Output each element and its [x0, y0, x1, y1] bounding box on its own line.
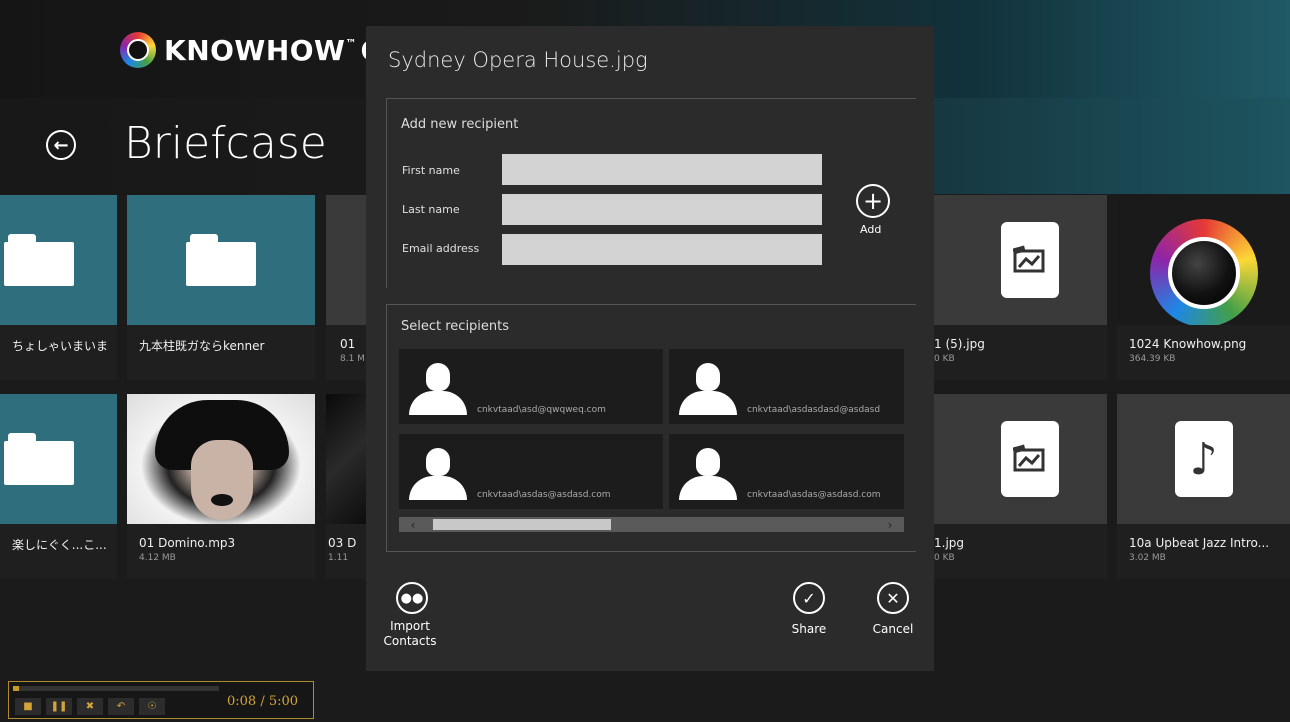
file-tile[interactable]: 1.jpg 0 KB — [934, 394, 1107, 579]
person-icon — [409, 448, 467, 500]
repeat-icon[interactable]: ↶ — [108, 698, 134, 715]
logo-text: KNOWHOW — [164, 33, 346, 67]
select-recipients-heading: Select recipients — [401, 319, 510, 334]
tile-name: 01 G — [340, 337, 356, 351]
tile-name: 03 D — [328, 536, 356, 550]
album-art-image — [127, 394, 315, 524]
tile-name: 九本柱既ガならkenner — [139, 339, 265, 353]
person-icon — [409, 363, 467, 415]
recipient-card[interactable]: cnkvtaad\asdasdasd@asdasd — [669, 349, 904, 424]
contacts-icon: ●● — [400, 590, 424, 606]
checkmark-icon: ✓ — [802, 588, 816, 608]
pause-icon[interactable]: ❚❚ — [46, 698, 72, 715]
import-contacts-button[interactable]: ●● — [396, 582, 428, 614]
person-icon — [679, 448, 737, 500]
scroll-left-icon[interactable]: ‹ — [401, 517, 425, 532]
tile-name: 1024 Knowhow.png — [1129, 337, 1247, 351]
image-file-icon — [1000, 222, 1059, 298]
back-arrow-icon[interactable]: ← — [46, 130, 76, 160]
tile-art — [326, 195, 366, 325]
playback-progress-bar[interactable] — [13, 686, 219, 691]
page-title: Briefcase — [124, 118, 327, 169]
last-name-field[interactable] — [502, 194, 822, 225]
tile-size: 364.39 KB — [1129, 354, 1176, 364]
file-tile[interactable]: 1 (5).jpg 0 KB — [934, 195, 1107, 380]
media-player: ■ ❚❚ ✖ ↶ ☉ 0:08 / 5:00 — [8, 681, 314, 719]
tile-size: 4.12 MB — [139, 553, 176, 563]
knowhow-logo-image — [1149, 219, 1258, 327]
recipients-scrollbar[interactable]: ‹ › — [399, 517, 904, 532]
recipient-email: cnkvtaad\asd@qwqweq.com — [477, 405, 606, 415]
tile-size: 3.02 MB — [1129, 553, 1166, 563]
logo-lens-icon — [120, 32, 156, 68]
add-label: Add — [860, 223, 882, 236]
recipient-email: cnkvtaad\asdas@asdasd.com — [747, 490, 881, 500]
tile-name: 1 (5).jpg — [934, 337, 985, 351]
recipient-card[interactable]: cnkvtaad\asdas@asdasd.com — [669, 434, 904, 509]
last-name-label: Last name — [402, 203, 460, 216]
tile-name: 10a Upbeat Jazz Intro... — [1129, 536, 1270, 550]
app-logo: KNOWHOW™ C — [120, 32, 382, 68]
first-name-field[interactable] — [502, 154, 822, 185]
image-file-icon — [1000, 421, 1059, 497]
dialog-title: Sydney Opera House.jpg — [388, 48, 648, 72]
tile-art — [934, 195, 1107, 325]
file-tile[interactable]: 九本柱既ガならkenner — [127, 195, 315, 380]
tile-size: 8.1 M — [340, 354, 365, 364]
folder-icon — [3, 433, 74, 485]
album-art-image — [326, 394, 366, 524]
add-recipient-heading: Add new recipient — [401, 117, 519, 132]
person-icon — [679, 363, 737, 415]
email-field[interactable] — [502, 234, 822, 265]
tile-art — [0, 195, 117, 325]
cancel-label: Cancel — [872, 622, 914, 636]
plus-icon: + — [862, 187, 884, 215]
tile-name: 楽しにぐく...こ... — [12, 538, 107, 552]
tile-art — [1117, 195, 1290, 327]
scroll-right-icon[interactable]: › — [878, 517, 902, 532]
settings-icon[interactable]: ☉ — [139, 698, 165, 715]
share-button[interactable]: ✓ — [793, 582, 825, 614]
email-label: Email address — [402, 242, 480, 255]
shuffle-icon[interactable]: ✖ — [77, 698, 103, 715]
first-name-label: First name — [402, 164, 460, 177]
import-contacts-label: Import Contacts — [383, 619, 437, 648]
file-tile[interactable]: ちょしゃいまいまし — [0, 195, 117, 380]
playback-time: 0:08 / 5:00 — [227, 694, 299, 709]
tile-size: 0 KB — [934, 553, 955, 563]
file-tile[interactable]: 01 G 8.1 M — [326, 195, 366, 380]
cancel-button[interactable]: ✕ — [877, 582, 909, 614]
tile-name: ちょしゃいまいまし — [12, 339, 107, 353]
share-dialog: Sydney Opera House.jpg Add new recipient… — [366, 26, 934, 671]
tile-name: 1.jpg — [934, 536, 965, 550]
stop-icon[interactable]: ■ — [15, 698, 41, 715]
scrollbar-thumb[interactable] — [433, 519, 611, 530]
tile-size: 1.11 — [328, 553, 349, 563]
music-note-icon: ♪ — [1174, 421, 1233, 497]
folder-icon — [3, 234, 74, 286]
add-recipient-button[interactable]: + — [856, 184, 890, 218]
recipient-email: cnkvtaad\asdas@asdasd.com — [477, 490, 611, 500]
file-tile[interactable]: ♪ 10a Upbeat Jazz Intro... 3.02 MB — [1117, 394, 1290, 579]
file-tile[interactable]: 01 Domino.mp3 4.12 MB — [127, 394, 315, 579]
close-icon: ✕ — [886, 588, 900, 608]
tile-art: ♪ — [1117, 394, 1290, 524]
file-tile[interactable]: 1024 Knowhow.png 364.39 KB — [1117, 195, 1290, 380]
recipient-card[interactable]: cnkvtaad\asdas@asdasd.com — [399, 434, 663, 509]
recipient-email: cnkvtaad\asdasdasd@asdasd — [747, 405, 881, 415]
share-label: Share — [791, 622, 827, 636]
tile-size: 0 KB — [934, 354, 955, 364]
select-recipients-panel: Select recipients — [386, 304, 916, 552]
file-tile[interactable]: 03 D 1.11 — [326, 394, 366, 579]
file-tile[interactable]: 楽しにぐく...こ... — [0, 394, 117, 579]
tile-art — [0, 394, 117, 524]
tile-art — [127, 195, 315, 325]
tile-art — [934, 394, 1107, 524]
tile-name: 01 Domino.mp3 — [139, 536, 236, 550]
recipient-card[interactable]: cnkvtaad\asd@qwqweq.com — [399, 349, 663, 424]
folder-icon — [186, 234, 256, 286]
